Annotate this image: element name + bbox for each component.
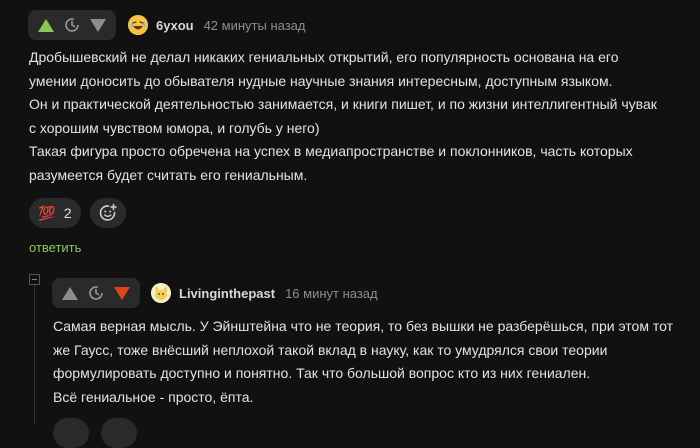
comment-line: умении доносить до обывателя нудные науч… bbox=[29, 72, 613, 89]
comment-line: Самая верная мысль. У Эйнштейна что не т… bbox=[53, 318, 673, 334]
reply-link[interactable]: ответить bbox=[29, 240, 81, 255]
comment-time[interactable]: 42 минуты назад bbox=[204, 18, 306, 33]
avatar[interactable] bbox=[128, 15, 148, 35]
clock-icon bbox=[89, 286, 103, 300]
comment-line: Он и практической деятельностью занимает… bbox=[29, 96, 657, 112]
add-reaction-button[interactable] bbox=[90, 198, 126, 228]
comment-author: 6yxou 42 минуты назад bbox=[128, 15, 305, 35]
reaction-button[interactable]: 💯 2 bbox=[29, 198, 81, 228]
comment-line: же Гаусс, тоже внёсший неплохой такой вк… bbox=[53, 341, 608, 358]
comment-line: Дробышевский не делал никаких гениальных… bbox=[29, 49, 619, 65]
comment-rating bbox=[28, 10, 116, 40]
comment-line: с хорошим чувством юмора, и голубь у нег… bbox=[29, 119, 320, 136]
upvote-arrow-icon[interactable] bbox=[62, 286, 78, 300]
avatar[interactable] bbox=[151, 283, 171, 303]
cat-face-icon bbox=[151, 283, 171, 303]
comment-body: Самая верная мысль. У Эйнштейна что не т… bbox=[53, 315, 693, 409]
laughing-face-icon bbox=[128, 15, 148, 35]
add-reaction-icon bbox=[99, 203, 117, 221]
upvote-arrow-icon[interactable] bbox=[38, 18, 54, 32]
comment-line: разумеется будет считать его гениальным. bbox=[29, 166, 308, 183]
downvote-arrow-icon[interactable] bbox=[90, 18, 106, 32]
downvote-arrow-icon[interactable] bbox=[114, 286, 130, 300]
comment-author: Livinginthepast 16 минут назад bbox=[151, 283, 378, 303]
comment-rating bbox=[52, 278, 140, 308]
clock-icon bbox=[65, 18, 79, 32]
comment-line: Всё гениальное - просто, ёпта. bbox=[53, 388, 254, 405]
collapse-thread-button[interactable] bbox=[29, 274, 40, 285]
minus-icon bbox=[32, 279, 37, 280]
comment-line: формулировать доступно и понятно. Так чт… bbox=[53, 365, 591, 381]
author-name[interactable]: Livinginthepast bbox=[179, 286, 275, 301]
comment-line: Такая фигура просто обречена на успех в … bbox=[29, 143, 633, 159]
comment-body: Дробышевский не делал никаких гениальных… bbox=[29, 46, 689, 187]
thread-line bbox=[34, 284, 35, 424]
hundred-points-emoji: 💯 bbox=[38, 204, 56, 221]
comment-time[interactable]: 16 минут назад bbox=[285, 286, 378, 301]
author-name[interactable]: 6yxou bbox=[156, 18, 194, 33]
add-reaction-button[interactable] bbox=[101, 418, 137, 448]
reaction-count: 2 bbox=[63, 205, 72, 221]
reaction-button[interactable] bbox=[53, 418, 89, 448]
